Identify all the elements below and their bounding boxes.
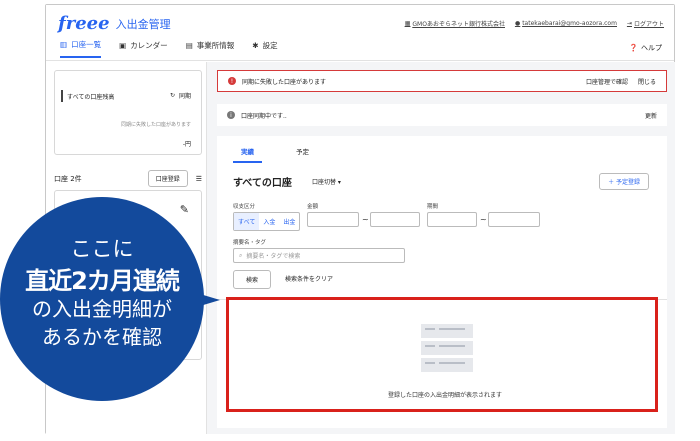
balance-title: すべての口座残高 [67, 94, 115, 101]
type-label: 収支区分 [233, 204, 256, 210]
register-account-button[interactable]: 口座登録 [147, 170, 188, 187]
help-link[interactable]: ❓ ヘルプ [629, 43, 662, 53]
office-icon: ▤ [185, 41, 193, 50]
syncing-banner: i 口座同期中です.. 更新 [217, 104, 667, 126]
date-label: 期間 [427, 204, 439, 210]
user-email: tatekaebarai@gmo-aozora.com [522, 20, 617, 27]
page-title: すべての口座 [233, 178, 292, 189]
balance-amount: -円 [182, 141, 191, 148]
type-expense[interactable]: 出金 [279, 213, 299, 230]
top-header: freee 入出金管理 ▦ GMOあおぞらネット銀行株式会社 ● tatekaeba… [46, 5, 674, 61]
nav-calendar[interactable]: ▣ カレンダー [119, 39, 168, 58]
close-alert-link[interactable]: 閉じる [638, 77, 656, 86]
nav-settings-label: 設定 [262, 41, 278, 50]
sync-error-alert: ! 同期に失敗した口座があります 口座管理で確認 閉じる [217, 70, 667, 92]
search-input[interactable]: ⌕ 摘要名・タグで検索 [233, 248, 405, 263]
callout-bubble: ここに 直近2カ月連続 の入出金明細が あるかを確認 [0, 197, 204, 401]
nav-office-label: 事業所情報 [196, 41, 235, 50]
type-all[interactable]: すべて [234, 213, 260, 230]
refresh-icon: ↻ [169, 92, 175, 99]
search-button[interactable]: 検索 [233, 270, 272, 289]
nav-settings[interactable]: ✱ 設定 [252, 39, 277, 58]
user-link[interactable]: ● tatekaebarai@gmo-aozora.com [515, 19, 617, 28]
search-placeholder: 摘要名・タグで検索 [246, 253, 301, 260]
clear-filters-button[interactable]: 検索条件をクリア [285, 274, 333, 283]
syncing-text: 口座同期中です.. [241, 112, 287, 120]
logout-icon: ⇥ [626, 20, 632, 27]
nav-calendar-label: カレンダー [130, 41, 168, 50]
bank-icon: ▥ [60, 40, 68, 49]
user-icon: ● [514, 20, 521, 27]
date-to-input[interactable] [488, 212, 540, 227]
gear-icon: ✱ [252, 41, 259, 50]
nav-accounts[interactable]: ▥ 口座一覧 [60, 39, 102, 58]
help-label: ヘルプ [641, 44, 662, 52]
pencil-icon[interactable]: ✎ [180, 203, 189, 216]
type-segmented: すべて 入金 出金 [233, 212, 301, 231]
header-links: ▦ GMOあおぞらネット銀行株式会社 ● tatekaebarai@gmo-aozo… [405, 19, 664, 28]
info-icon: i [227, 111, 235, 119]
refresh-link[interactable]: 更新 [645, 111, 657, 120]
calendar-icon: ▣ [119, 41, 127, 50]
callout-line-3: の入出金明細が [32, 297, 172, 321]
highlight-box [226, 297, 658, 412]
logout-label: ログアウト [633, 21, 664, 28]
sync-fail-note: 同期に失敗した口座があります [120, 122, 191, 128]
add-plan-button[interactable]: ＋ 予定登録 [599, 173, 649, 190]
amount-range-tilde: ~ [362, 215, 369, 224]
summary-label: 摘要名・タグ [233, 240, 267, 246]
app-title: 入出金管理 [115, 17, 171, 31]
building-icon: ▦ [404, 20, 411, 27]
amount-label: 金額 [307, 204, 319, 210]
type-income[interactable]: 入金 [259, 213, 279, 230]
main-nav: ▥ 口座一覧 ▣ カレンダー ▤ 事業所情報 ✱ 設定 [60, 39, 278, 58]
confirm-accounts-link[interactable]: 口座管理で確認 [586, 77, 628, 86]
list-icon[interactable]: ☰ [196, 175, 202, 183]
card-accent-bar [61, 90, 63, 102]
freee-logo: freee [58, 13, 110, 34]
callout-line-1: ここに [70, 237, 134, 261]
search-icon: ⌕ [239, 251, 243, 259]
nav-accounts-label: 口座一覧 [71, 40, 102, 49]
amount-min-input[interactable] [307, 212, 359, 227]
bank-link-label: GMOあおぞらネット銀行株式会社 [412, 21, 505, 28]
app-logo[interactable]: freee 入出金管理 [58, 13, 171, 34]
tab-planned[interactable]: 予定 [288, 146, 317, 163]
help-icon: ❓ [629, 44, 638, 52]
sync-button[interactable]: ↻ 同期 [170, 91, 191, 100]
account-count-row: 口座 2件 口座登録 ☰ [54, 170, 202, 187]
account-switch[interactable]: 口座切替 ▾ [312, 177, 341, 186]
callout-line-4: あるかを確認 [42, 325, 162, 349]
account-count: 口座 2件 [54, 174, 82, 183]
callout-line-2: 直近2カ月連続 [25, 267, 180, 295]
date-from-input[interactable] [427, 212, 477, 227]
logout-link[interactable]: ⇥ ログアウト [627, 19, 664, 28]
amount-max-input[interactable] [370, 212, 420, 227]
date-range-tilde: ~ [480, 215, 487, 224]
alert-icon: ! [228, 77, 236, 85]
alert-text: 同期に失敗した口座があります [242, 78, 327, 86]
tabs: 実績 予定 [233, 146, 317, 163]
bank-link[interactable]: ▦ GMOあおぞらネット銀行株式会社 [405, 19, 505, 28]
nav-office[interactable]: ▤ 事業所情報 [186, 39, 235, 58]
sync-label: 同期 [178, 93, 191, 100]
balance-card[interactable]: すべての口座残高 ↻ 同期 同期に失敗した口座があります -円 [54, 70, 202, 155]
tab-actual[interactable]: 実績 [233, 146, 262, 163]
